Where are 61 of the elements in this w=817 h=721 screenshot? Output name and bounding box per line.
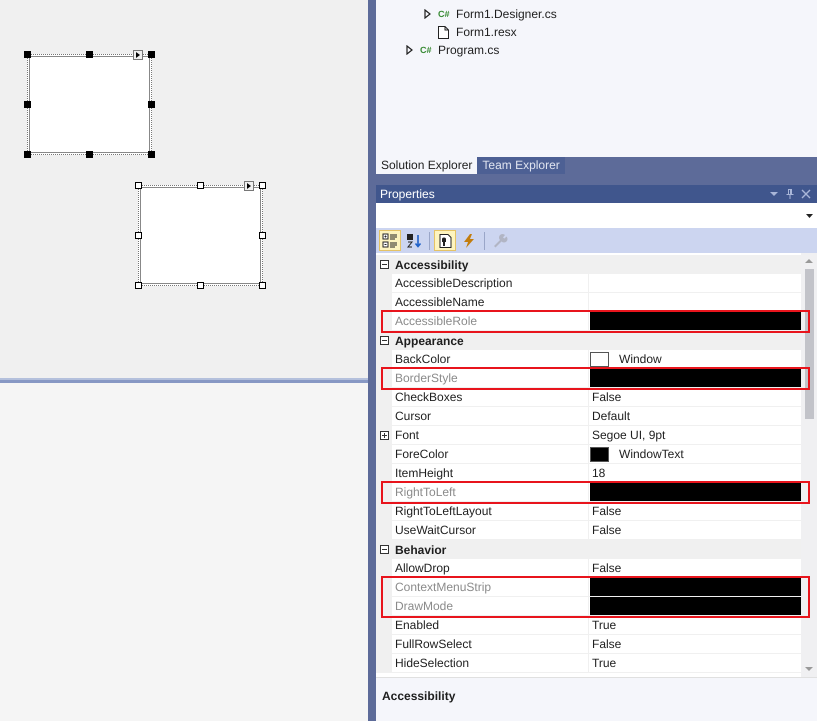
- caret-icon: [806, 214, 813, 218]
- property-page-icon: [437, 232, 453, 248]
- property-value[interactable]: False: [590, 559, 622, 577]
- grid-margin: [376, 293, 392, 312]
- pin-icon[interactable]: [785, 188, 795, 200]
- sort-alphabetical-icon: [406, 232, 422, 248]
- categorized-icon: [382, 232, 398, 248]
- scrollbar-thumb[interactable]: [804, 269, 814, 419]
- panel-tab[interactable]: Team Explorer: [477, 157, 565, 174]
- csharp-file-icon: C#: [420, 46, 432, 54]
- property-value[interactable]: True: [590, 654, 616, 672]
- panel-title: Properties: [380, 186, 436, 203]
- collapsed-arrow-icon[interactable]: [406, 45, 414, 55]
- property-name[interactable]: Enabled: [395, 616, 440, 634]
- property-name[interactable]: HideSelection: [395, 654, 470, 672]
- property-value[interactable]: False: [590, 521, 622, 539]
- close-icon[interactable]: [801, 189, 811, 199]
- property-value[interactable]: False: [590, 502, 622, 520]
- property-name[interactable]: Cursor: [395, 407, 432, 425]
- csharp-file-icon: C#: [438, 10, 450, 18]
- category-header[interactable]: Behavior: [392, 540, 446, 558]
- property-name[interactable]: ForeColor: [395, 445, 448, 463]
- property-value[interactable]: Window: [617, 350, 662, 368]
- list-box[interactable]: [24, 51, 155, 158]
- collapsed-arrow-icon[interactable]: [424, 9, 432, 19]
- property-value[interactable]: True: [590, 616, 616, 634]
- scrollbar[interactable]: [801, 253, 817, 677]
- expand-icon[interactable]: [380, 431, 388, 440]
- property-value[interactable]: Segoe UI, 9pt: [590, 426, 666, 444]
- collapse-icon[interactable]: [380, 545, 388, 554]
- property-name[interactable]: BackColor: [395, 350, 450, 368]
- collapse-icon[interactable]: [380, 336, 388, 345]
- dropdown-icon[interactable]: [769, 189, 779, 199]
- property-value[interactable]: 18: [590, 464, 606, 482]
- property-value[interactable]: WindowText: [617, 445, 684, 463]
- description-title: Accessibility: [382, 689, 456, 703]
- panel-tab[interactable]: Solution Explorer: [376, 157, 478, 174]
- property-name[interactable]: CheckBoxes: [395, 388, 462, 406]
- file-icon: [438, 26, 449, 38]
- property-name[interactable]: FullRowSelect: [395, 635, 472, 653]
- property-name[interactable]: AccessibleName: [395, 293, 484, 311]
- property-name[interactable]: UseWaitCursor: [395, 521, 476, 539]
- toolbar-button[interactable]: [379, 230, 401, 251]
- property-value[interactable]: False: [590, 388, 622, 406]
- category-header[interactable]: Accessibility: [392, 256, 468, 274]
- property-name[interactable]: AccessibleDescription: [395, 274, 512, 292]
- toolbar-button[interactable]: [434, 230, 456, 251]
- property-name[interactable]: Font: [395, 426, 420, 444]
- category-header[interactable]: Appearance: [392, 332, 464, 350]
- property-value[interactable]: False: [590, 635, 622, 653]
- property-name[interactable]: RightToLeftLayout: [395, 502, 492, 520]
- lightning-icon: [461, 232, 477, 248]
- wrench-icon: [492, 232, 508, 248]
- tree-item-label[interactable]: Form1.resx: [456, 23, 517, 41]
- grid-margin: [376, 464, 392, 483]
- tree-item-label[interactable]: Program.cs: [438, 41, 500, 59]
- collapse-icon[interactable]: [380, 260, 388, 269]
- tree-item-label[interactable]: Form1.Designer.cs: [456, 5, 557, 23]
- property-name[interactable]: ItemHeight: [395, 464, 454, 482]
- property-value[interactable]: Default: [590, 407, 630, 425]
- property-name[interactable]: AllowDrop: [395, 559, 450, 577]
